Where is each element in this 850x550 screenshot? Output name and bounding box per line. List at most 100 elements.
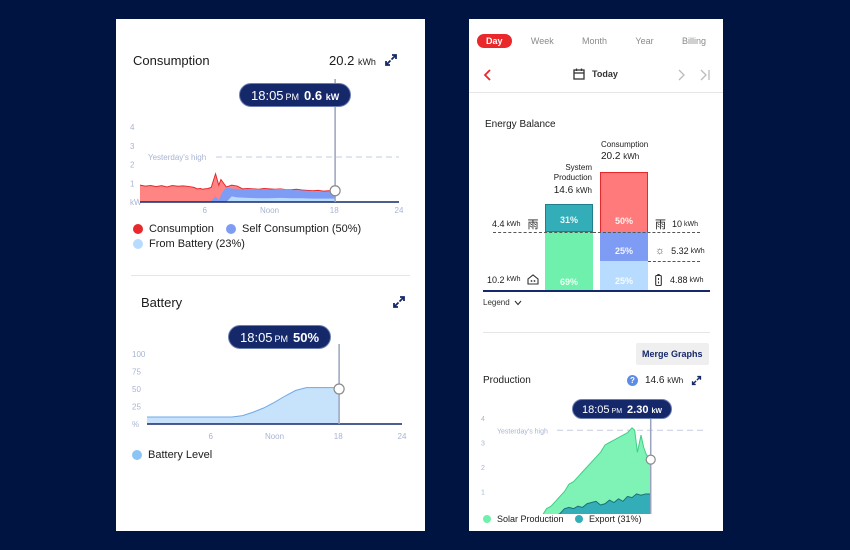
help-icon[interactable]: ? — [627, 375, 638, 386]
y-tick-label: 2 — [130, 161, 135, 170]
production-total-value: 14.6 — [645, 375, 665, 386]
series-area-battery-level — [147, 387, 340, 424]
x-tick-label: 18 — [330, 206, 339, 215]
side-value: 5.32 — [671, 246, 689, 256]
bar-baseline — [483, 290, 710, 292]
side-label-from-battery: 4.88 kWh — [655, 274, 704, 286]
y-tick-label: 50 — [132, 385, 141, 394]
y-tick-label: 1 — [130, 179, 135, 188]
consumption-bar-value: 20.2 — [601, 151, 621, 162]
chevron-left-icon[interactable] — [483, 69, 493, 81]
merge-graphs-button[interactable]: Merge Graphs — [636, 343, 709, 365]
consumption-total-value: 20.2 — [329, 53, 355, 68]
consumption-bar-unit: kWh — [623, 152, 640, 161]
chevron-right-icon[interactable] — [676, 69, 686, 81]
legend-toggle[interactable]: Legend — [483, 298, 522, 307]
expand-icon[interactable] — [384, 53, 398, 67]
legend-dot — [226, 224, 236, 234]
tooltip-time: 18:05 — [251, 88, 284, 103]
legend-dot — [133, 239, 143, 249]
legend-solar-production: Solar Production — [483, 514, 564, 524]
side-unit: kWh — [506, 276, 521, 283]
production-tooltip: 18:05 PM 2.30 kW — [572, 399, 673, 419]
section-divider — [483, 332, 710, 333]
cursor-point — [329, 185, 341, 197]
y-tick-label: 25 — [132, 403, 141, 412]
bar-label-self-consumed: 69% — [559, 277, 578, 287]
expand-icon[interactable] — [691, 375, 702, 386]
side-value: 4.88 — [670, 275, 688, 285]
date-label[interactable]: Today — [592, 69, 618, 79]
sun-icon: ☼ — [655, 245, 666, 257]
legend-label: Self Consumption (50%) — [242, 223, 362, 235]
left-panel: Consumption 20.2 kWh 4 3 2 1 kW Yesterday's h… — [116, 19, 425, 531]
production-total-unit: kWh — [667, 376, 684, 385]
x-tick-label: 24 — [398, 432, 407, 441]
tooltip-unit: kW — [325, 92, 340, 102]
battery-icon — [655, 274, 662, 286]
yesterdays-high-label: Yesterday's high — [148, 153, 206, 162]
side-unit: kWh — [690, 247, 705, 255]
production-title: Production — [483, 375, 531, 386]
legend-label: Battery Level — [148, 449, 213, 461]
legend-export: Export (31%) — [575, 514, 642, 524]
consumption-total: 20.2 kWh — [329, 53, 376, 68]
production-bar-unit: kWh — [576, 186, 592, 195]
production-total: 14.6 kWh — [645, 375, 683, 386]
tooltip-time: 18:05 — [582, 404, 610, 416]
side-value: 4.4 — [492, 219, 505, 229]
skip-to-end-icon[interactable] — [699, 69, 711, 81]
legend-toggle-label: Legend — [483, 298, 510, 307]
production-bar-value: 14.6 — [553, 185, 574, 196]
tooltip-ampm: PM — [611, 408, 623, 415]
y-tick-label: 2 — [481, 465, 485, 472]
energy-balance-title: Energy Balance — [485, 119, 556, 130]
section-divider — [131, 275, 410, 276]
x-tick-label: Noon — [265, 432, 284, 441]
tab-billing[interactable]: Billing — [673, 34, 715, 48]
production-bar-total: 14.6 kWh — [545, 186, 592, 196]
legend-label: From Battery (23%) — [149, 238, 245, 250]
side-label-from-solar: ☼ 5.32 kWh — [655, 245, 705, 257]
bar-label-export: 31% — [559, 215, 578, 225]
x-tick-label: 24 — [395, 206, 404, 215]
y-tick-label: 3 — [130, 142, 135, 151]
y-tick-label: 100 — [132, 350, 146, 359]
calendar-icon[interactable] — [573, 68, 585, 80]
dashed-divider — [493, 232, 593, 233]
battery-tooltip: 18:05 PM 50% — [228, 325, 332, 349]
side-label-from-grid: ⾬ 10 kWh — [655, 216, 698, 232]
tooltip-ampm: PM — [285, 92, 300, 102]
legend-dot — [575, 515, 583, 523]
production-chart[interactable]: 4321kWYesterday's high6Noon1824 — [469, 414, 723, 514]
consumption-total-unit: kWh — [357, 57, 376, 67]
x-tick-label: 6 — [203, 206, 208, 215]
tooltip-ampm: PM — [274, 334, 289, 344]
header-divider — [469, 92, 723, 93]
production-bar-title: System Production 14.6 kWh — [545, 163, 592, 196]
right-panel: Day Week Month Year Billing Today Energy… — [469, 19, 723, 531]
tab-month[interactable]: Month — [573, 34, 616, 48]
dashed-divider — [648, 261, 700, 262]
legend-label: Export (31%) — [589, 514, 642, 524]
period-tabs: Day Week Month Year Billing — [477, 33, 715, 49]
side-unit: kWh — [506, 220, 521, 228]
production-label-line1: System — [565, 163, 592, 172]
y-tick-label: 4 — [481, 416, 485, 423]
expand-icon[interactable] — [392, 295, 406, 309]
battery-title: Battery — [141, 295, 183, 310]
legend-dot — [133, 224, 143, 234]
tab-week[interactable]: Week — [522, 34, 563, 48]
consumption-title: Consumption — [133, 53, 210, 68]
legend-battery-level: Battery Level — [132, 449, 212, 461]
tooltip-time: 18:05 — [240, 330, 273, 345]
battery-chart[interactable]: 100 75 50 25% 6 Noon 18 24 — [116, 344, 425, 454]
legend-dot — [483, 515, 491, 523]
dashed-divider — [593, 232, 700, 233]
legend-from-battery: From Battery (23%) — [133, 238, 245, 250]
side-label-self-consumed: 10.2 kWh — [487, 274, 539, 285]
tab-year[interactable]: Year — [626, 34, 662, 48]
consumption-bar-title: Consumption 20.2 kWh — [601, 139, 648, 163]
side-label-export: 4.4 kWh ⾬ — [492, 216, 539, 232]
tab-day[interactable]: Day — [477, 34, 512, 48]
